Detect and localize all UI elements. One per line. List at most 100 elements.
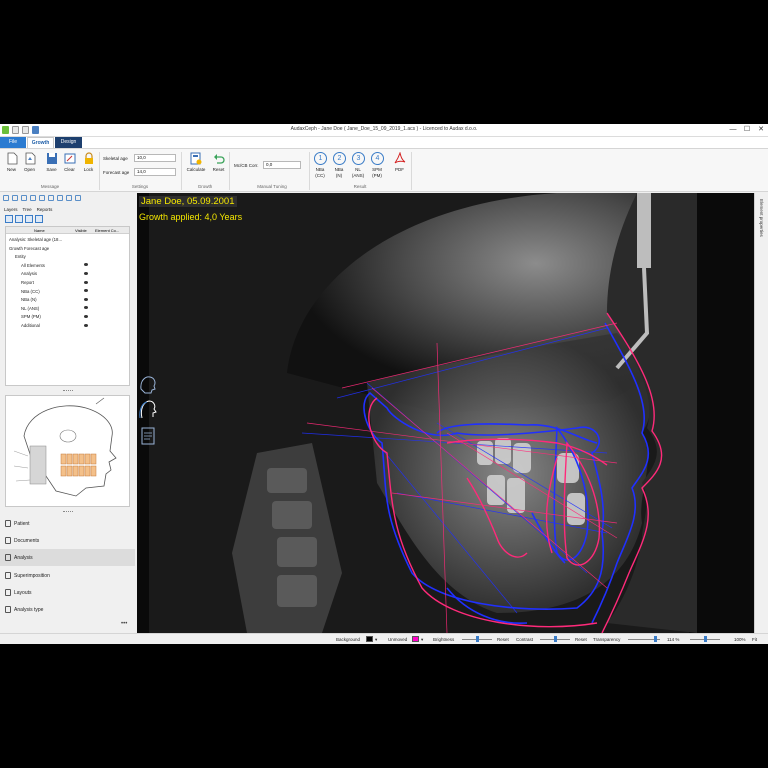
result-4-button[interactable]: 4 xyxy=(371,152,384,165)
skull-view-icon[interactable] xyxy=(137,373,159,395)
clear-button[interactable]: Clear xyxy=(61,152,78,172)
tool-arrow-icon[interactable] xyxy=(3,195,9,201)
unmoved-dropdown-icon[interactable]: ▾ xyxy=(421,637,423,643)
column-visible: Visible xyxy=(75,228,87,233)
minimize-button[interactable]: — xyxy=(726,124,740,136)
tool-search-icon[interactable] xyxy=(57,195,63,201)
mccb-corr-label: Mc/CB Corr. xyxy=(234,163,259,168)
new-file-icon xyxy=(7,152,17,165)
layer-row[interactable]: Analysis xyxy=(6,269,131,278)
result-3-button[interactable]: 3 xyxy=(352,152,365,165)
pdf-button-label: PDF xyxy=(395,167,404,172)
forecast-age-input[interactable]: 14,0 xyxy=(134,168,176,176)
reset-button[interactable]: Reset xyxy=(210,152,227,172)
nav-item-patient[interactable]: Patient xyxy=(0,515,135,532)
zoom-slider-knob[interactable] xyxy=(704,636,707,642)
ribbon-tabs: File Growth Design xyxy=(0,137,768,148)
layer-row[interactable]: Report xyxy=(6,278,131,287)
layer-row[interactable]: Entity xyxy=(6,252,131,261)
document-view-icon[interactable] xyxy=(137,425,159,447)
layer-row[interactable]: All Elements xyxy=(6,261,131,270)
background-dropdown-icon[interactable]: ▾ xyxy=(375,637,377,643)
close-button[interactable]: ✕ xyxy=(754,124,768,136)
layer-row[interactable]: NBa (CC) xyxy=(6,287,131,296)
more-options-button[interactable]: ••• xyxy=(121,621,127,627)
nav-item-analysis-type[interactable]: Analysis type xyxy=(0,601,135,618)
background-color-swatch[interactable] xyxy=(366,636,373,642)
nav-item-layouts[interactable]: Layouts xyxy=(0,584,135,601)
subtab-layers[interactable]: Layers xyxy=(4,207,18,212)
cephalogram-viewer[interactable]: Jane Doe, 05.09.2001 Growth applied: 4,0… xyxy=(137,193,754,633)
panel-splitter[interactable] xyxy=(63,390,73,392)
panel-splitter[interactable] xyxy=(63,511,73,513)
result-1-label: NBa (CC) xyxy=(310,167,330,178)
profile-view-icon[interactable] xyxy=(137,398,159,420)
brightness-slider-knob[interactable] xyxy=(476,636,479,642)
pdf-button[interactable]: PDF xyxy=(391,152,408,172)
mccb-corr-input[interactable]: 0,0 xyxy=(263,161,301,169)
visibility-eye-icon[interactable] xyxy=(84,297,88,301)
save-button[interactable]: Save xyxy=(43,152,60,172)
layer-add-icon[interactable] xyxy=(5,215,13,223)
visibility-eye-icon[interactable] xyxy=(84,289,88,293)
layer-actions xyxy=(5,215,43,223)
calculate-button[interactable]: Calculate xyxy=(186,152,206,172)
element-properties-strip[interactable]: Element properties xyxy=(754,193,768,633)
transparency-value: 114 % xyxy=(667,637,680,642)
new-button[interactable]: New xyxy=(3,152,20,172)
layer-row[interactable]: Growth Forecast age xyxy=(6,244,131,253)
maximize-button[interactable]: ☐ xyxy=(740,124,754,136)
result-1-button[interactable]: 1 xyxy=(314,152,327,165)
visibility-eye-icon[interactable] xyxy=(84,271,88,275)
fit-button[interactable]: Fit xyxy=(752,637,757,642)
contrast-reset-button[interactable]: Reset xyxy=(575,637,587,642)
tool-ruler-icon[interactable] xyxy=(39,195,45,201)
layer-row[interactable]: Additional xyxy=(6,321,131,330)
layer-copy-icon[interactable] xyxy=(15,215,23,223)
skeletal-age-input[interactable]: 10,0 xyxy=(134,154,176,162)
calculate-icon xyxy=(190,152,202,165)
tool-angle-icon[interactable] xyxy=(30,195,36,201)
message-group-label: Message xyxy=(40,184,60,189)
tool-line-icon[interactable] xyxy=(21,195,27,201)
tool-refresh-icon[interactable] xyxy=(75,195,81,201)
subtab-reports[interactable]: Reports xyxy=(37,207,53,212)
tool-zoom-icon[interactable] xyxy=(48,195,54,201)
layer-name: NL (ANS) xyxy=(21,305,40,311)
brightness-reset-button[interactable]: Reset xyxy=(497,637,509,642)
nav-item-documents[interactable]: Documents xyxy=(0,532,135,549)
unmoved-color-swatch[interactable] xyxy=(412,636,419,642)
layer-export-icon[interactable] xyxy=(35,215,43,223)
tab-file[interactable]: File xyxy=(0,137,26,148)
tab-growth[interactable]: Growth xyxy=(27,137,54,148)
subtab-tree[interactable]: Tree xyxy=(23,207,32,212)
contrast-slider-knob[interactable] xyxy=(554,636,557,642)
result-2-button[interactable]: 2 xyxy=(333,152,346,165)
tab-design[interactable]: Design xyxy=(55,137,82,148)
tool-delete-icon[interactable] xyxy=(66,195,72,201)
visibility-eye-icon[interactable] xyxy=(84,314,88,318)
lock-button[interactable]: Lock xyxy=(80,152,97,172)
layer-row[interactable]: Analysis: Skeletal age (18... xyxy=(6,235,131,244)
layer-name: Analysis: Skeletal age (18... xyxy=(9,237,63,242)
nav-item-icon xyxy=(5,571,11,579)
visibility-eye-icon[interactable] xyxy=(84,323,88,327)
tool-point-icon[interactable] xyxy=(12,195,18,201)
nav-item-superimposition[interactable]: Superimposition xyxy=(0,567,135,584)
unmoved-label: Unmoved xyxy=(388,637,408,642)
transparency-slider-knob[interactable] xyxy=(654,636,657,642)
clear-button-label: Clear xyxy=(64,167,75,172)
layer-row[interactable]: NBa (N) xyxy=(6,295,131,304)
layer-row[interactable]: NL (ANS) xyxy=(6,304,131,313)
layer-move-icon[interactable] xyxy=(25,215,33,223)
visibility-eye-icon[interactable] xyxy=(84,263,88,267)
ruler xyxy=(637,193,651,268)
visibility-eye-icon[interactable] xyxy=(84,306,88,310)
layer-name: All Elements xyxy=(21,262,45,268)
visibility-eye-icon[interactable] xyxy=(84,280,88,284)
open-button[interactable]: Open xyxy=(21,152,38,172)
window-controls: — ☐ ✕ xyxy=(726,124,768,136)
left-panel: Layers Tree Reports Name Visible Element… xyxy=(0,193,135,633)
nav-item-analysis[interactable]: Analysis xyxy=(0,549,135,567)
layer-row[interactable]: SPM (PM) xyxy=(6,312,131,321)
